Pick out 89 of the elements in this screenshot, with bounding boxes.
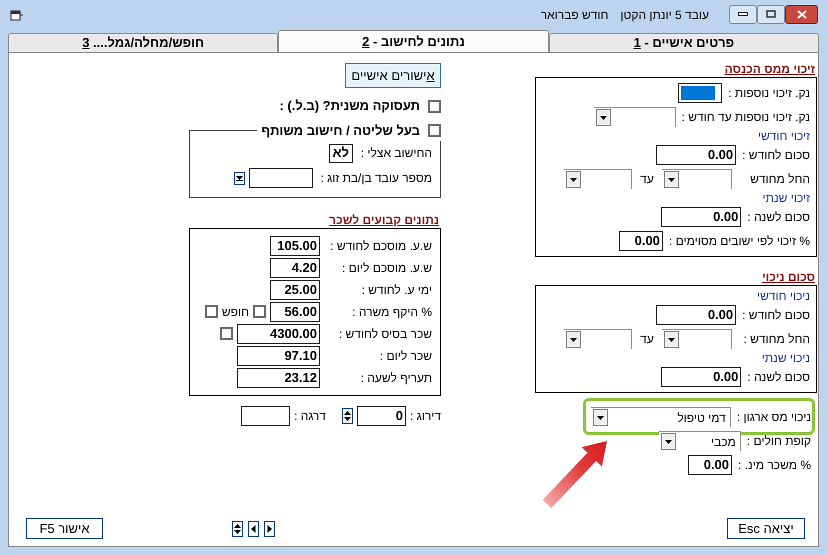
field-label: בעל שליטה / חישוב משותף [261, 122, 420, 140]
section-title: סכום ניכוי [761, 269, 816, 285]
previous-button[interactable] [248, 520, 259, 536]
approvals-button[interactable]: אישורים אישיים [345, 63, 441, 88]
caret-icon [570, 338, 577, 342]
field-label: דרגה : [294, 408, 326, 424]
field-label: נק. זיכוי נוספות : [728, 85, 810, 102]
close-icon [796, 10, 806, 18]
minimize-icon [738, 12, 748, 16]
field-label: סכום לשנה : [747, 209, 810, 226]
input-field[interactable]: 0 [356, 406, 406, 426]
caret-icon [600, 116, 607, 120]
field-label: חופש [222, 304, 249, 320]
field-label: החישוב אצלי : [360, 145, 432, 162]
restore-button[interactable] [757, 4, 785, 24]
app-icon [10, 9, 24, 21]
section-title: זיכוי ממס הכנסה [724, 61, 816, 77]
section-subheading: ניכוי חודשי [756, 289, 811, 303]
input-field[interactable] [678, 83, 722, 103]
checkbox[interactable] [428, 124, 441, 138]
input-field[interactable]: 0.00 [656, 305, 736, 325]
spin-button[interactable] [342, 408, 353, 424]
checkbox[interactable] [428, 100, 441, 112]
input-field[interactable]: 0.00 [688, 455, 732, 475]
close-button[interactable] [785, 4, 818, 24]
field-label: ניכוי מס ארגון : [736, 409, 811, 426]
window-title: חודש פברואר [540, 7, 608, 24]
checkbox[interactable] [220, 327, 233, 340]
field-label: תעריף לשעה : [360, 370, 433, 386]
field-label: סכום לחודש : [742, 307, 810, 324]
input-field[interactable]: 0.00 [618, 231, 663, 251]
dropdown[interactable] [564, 169, 632, 189]
field-label: % היקף משרה : [351, 304, 433, 320]
field-label: שכר ליום : [378, 348, 433, 364]
next-button[interactable] [264, 520, 275, 536]
field-label: החל מחודש [749, 171, 810, 188]
input-field[interactable]: 23.12 [237, 368, 320, 388]
section-subheading: זיכוי חודשי [756, 129, 811, 143]
section-title: נתונים קבועים לשכר [328, 212, 440, 228]
checkbox[interactable] [253, 305, 266, 318]
caret-icon [570, 178, 577, 182]
input-field[interactable]: 56.00 [270, 302, 320, 322]
value-box: לא [328, 144, 353, 162]
field-label: % משכר מינ. : [738, 457, 811, 474]
field-label: תעסוקה משנית? (ב.ל.) : [279, 97, 420, 116]
field-label: דירוג : [410, 408, 441, 424]
section-subheading: ניכוי שנתי [760, 351, 811, 365]
input-field[interactable]: 25.00 [270, 280, 320, 300]
minimize-button[interactable] [729, 4, 757, 24]
input-field[interactable] [248, 168, 312, 188]
caret-icon [664, 440, 672, 444]
dropdown[interactable] [662, 169, 732, 189]
checkbox[interactable] [204, 305, 218, 318]
caret-icon [668, 178, 675, 182]
field-label: ש.ע. מוסכם ליום : [340, 260, 433, 276]
input-field[interactable]: 0.00 [656, 145, 736, 165]
field-label: מספר עובד בן/בת זוג : [320, 170, 432, 187]
field-label: נק. זיכוי נוספות עד חודש : [682, 109, 810, 126]
field-label: ש.ע. מוסכם לחודש : [329, 238, 433, 254]
restore-icon [766, 10, 776, 18]
caret-icon [668, 338, 675, 342]
caret-icon [236, 175, 242, 181]
field-label: % זיכוי לפי ישובים מסוימים : [668, 233, 810, 250]
field-label: עד [639, 331, 655, 348]
dropdown[interactable]: דמי טיפול [590, 407, 731, 427]
input-field[interactable]: 105.00 [270, 236, 320, 256]
field-label: שכר בסיס לחודש : [338, 326, 433, 342]
spin-button[interactable] [232, 520, 243, 536]
input-field[interactable] [241, 406, 290, 426]
window-title: עובד 5 יונתן הקטן [620, 7, 709, 24]
dropdown[interactable]: מכבי [658, 431, 741, 451]
input-field[interactable]: 0.00 [661, 367, 742, 387]
input-field[interactable]: 97.10 [237, 346, 320, 366]
input-field[interactable]: 0.00 [661, 207, 742, 227]
dropdown[interactable] [564, 329, 632, 349]
field-label: סכום לחודש : [742, 147, 810, 164]
dropdown-button[interactable] [234, 172, 244, 184]
exit-button[interactable]: יציאה Esc [727, 518, 805, 539]
field-label: סכום לשנה : [747, 369, 810, 386]
field-label: קופת חולים : [746, 433, 811, 450]
section-subheading: זיכוי שנתי [762, 191, 811, 205]
input-field[interactable]: 4300.00 [237, 324, 320, 344]
confirm-button[interactable]: אישור F5 [26, 518, 103, 539]
field-label: עד [639, 171, 655, 188]
dropdown[interactable] [662, 329, 732, 349]
field-label: החל מחודש : [742, 331, 810, 348]
input-field[interactable]: 4.20 [270, 258, 320, 278]
field-label: ימי ע. לחודש : [360, 282, 433, 298]
caret-icon [596, 416, 604, 420]
